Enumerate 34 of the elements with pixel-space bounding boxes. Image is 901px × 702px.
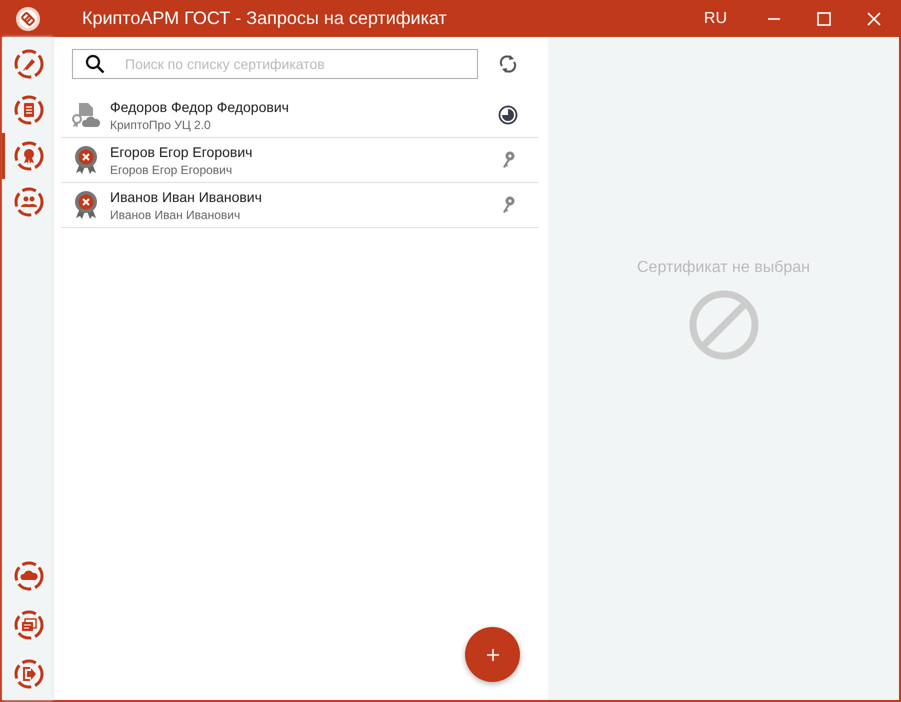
documents-icon [12,94,44,126]
request-row[interactable]: Егоров Егор Егорович Егоров Егор Егорович [62,138,538,183]
revoked-certificate-icon [73,190,99,220]
empty-message: Сертификат не выбран [636,259,810,277]
services-icon [12,608,44,640]
contacts-icon [12,186,44,218]
add-button[interactable] [465,627,520,682]
certificate-cloud-icon [71,101,101,129]
request-name: Федоров Федор Федорович [110,98,290,114]
progress-icon [498,105,518,125]
key-icon [500,195,516,215]
request-row[interactable]: Федоров Федор Федорович КриптоПро УЦ 2.0 [62,93,538,138]
request-row[interactable]: Иванов Иван Иванович Иванов Иван Иванович [62,183,538,228]
window-title: КриптоАРМ ГОСТ - Запросы на сертификат [82,8,448,29]
exit-icon [12,658,44,690]
maximize-icon [817,12,831,26]
app-logo-icon [15,6,41,32]
cloud-icon [12,560,44,592]
sign-icon [12,48,44,80]
search-field[interactable]: Поиск по списку сертификатов [72,49,478,79]
language-button[interactable]: RU [704,0,727,37]
key-icon [500,150,516,170]
request-subtitle: Егоров Егор Егорович [110,162,234,176]
request-subtitle: КриптоПро УЦ 2.0 [110,118,212,132]
close-icon [867,12,881,26]
prohibited-icon [688,289,760,361]
minimize-icon [767,18,781,20]
revoked-certificate-icon [73,145,99,175]
add-icon [486,648,500,662]
request-name: Иванов Иван Иванович [110,188,263,204]
certificates-icon [12,140,44,172]
refresh-icon [498,53,518,75]
request-subtitle: Иванов Иван Иванович [110,208,242,222]
request-name: Егоров Егор Егорович [110,144,254,160]
